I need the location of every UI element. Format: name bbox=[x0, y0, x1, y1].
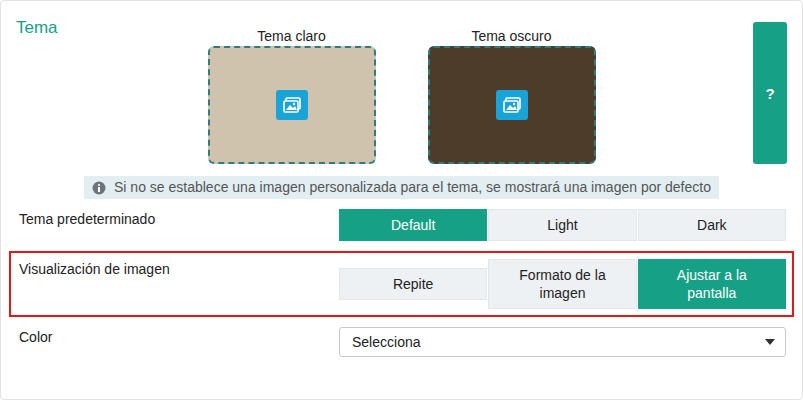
upload-button[interactable] bbox=[496, 90, 528, 120]
panel-title: Tema bbox=[1, 18, 208, 164]
theme-previews: Tema claro Tema oscuro bbox=[208, 18, 596, 164]
preview-label: Tema claro bbox=[257, 28, 325, 44]
info-area: Si no se establece una imagen personaliz… bbox=[1, 176, 802, 199]
segmented-control: DefaultLightDark bbox=[339, 209, 786, 241]
image-dropzone[interactable] bbox=[208, 46, 376, 164]
image-icon bbox=[283, 97, 301, 113]
color-select[interactable]: Selecciona bbox=[339, 327, 786, 357]
segment-button[interactable]: Formato de la imagen bbox=[488, 259, 636, 309]
setting-row: Tema predeterminado DefaultLightDark bbox=[9, 201, 794, 249]
theme-panel: Tema Tema claro Tema oscuro ? Si no se e… bbox=[0, 0, 803, 400]
segment-button[interactable]: Default bbox=[339, 209, 487, 241]
segmented-control: RepiteFormato de la imagenAjustar a la p… bbox=[339, 259, 786, 309]
header: Tema Tema claro Tema oscuro ? bbox=[1, 1, 802, 164]
image-dropzone[interactable] bbox=[428, 46, 596, 164]
segment-button[interactable]: Repite bbox=[339, 268, 487, 300]
help-button[interactable]: ? bbox=[753, 22, 787, 164]
setting-row: Visualización de imagen RepiteFormato de… bbox=[9, 251, 794, 317]
setting-row: Color Selecciona bbox=[9, 319, 794, 365]
theme-preview: Tema oscuro bbox=[428, 28, 596, 164]
setting-label: Tema predeterminado bbox=[19, 209, 339, 228]
theme-preview: Tema claro bbox=[208, 28, 376, 164]
info-icon bbox=[92, 181, 106, 195]
setting-label: Color bbox=[19, 327, 339, 346]
upload-button[interactable] bbox=[276, 90, 308, 120]
help-area: ? bbox=[596, 18, 803, 164]
segment-button[interactable]: Dark bbox=[638, 209, 786, 241]
image-icon bbox=[503, 97, 521, 113]
preview-label: Tema oscuro bbox=[471, 28, 551, 44]
caret-down-icon bbox=[765, 339, 775, 345]
segment-button[interactable]: Light bbox=[488, 209, 636, 241]
info-note: Si no se establece una imagen personaliz… bbox=[84, 176, 719, 199]
setting-label: Visualización de imagen bbox=[19, 259, 339, 278]
select-value: Selecciona bbox=[352, 334, 421, 350]
segment-button[interactable]: Ajustar a la pantalla bbox=[638, 259, 786, 309]
info-text: Si no se establece una imagen personaliz… bbox=[114, 179, 711, 196]
